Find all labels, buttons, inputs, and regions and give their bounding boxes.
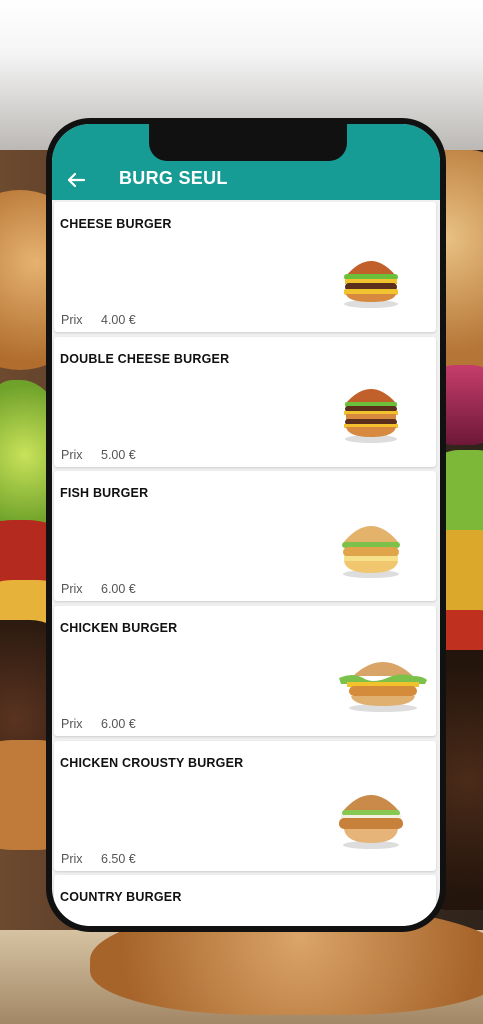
cheese-burger-image xyxy=(344,261,398,308)
price-value: 6.00 € xyxy=(101,582,136,597)
price-label: Prix xyxy=(61,447,83,462)
price-label: Prix xyxy=(61,717,83,732)
product-name: CHEESE BURGER xyxy=(60,217,172,231)
phone-notch xyxy=(149,124,347,161)
product-name: CHICKEN CROUSTY BURGER xyxy=(60,755,244,770)
price-value: 5.00 € xyxy=(101,447,136,462)
back-button[interactable] xyxy=(62,166,90,194)
arrow-left-icon xyxy=(67,172,86,188)
price-label: Prix xyxy=(61,313,83,327)
chicken-burger-image xyxy=(339,662,427,713)
product-name: CHICKEN BURGER xyxy=(60,621,178,636)
product-card-cheese-burger[interactable]: CHEESE BURGER Prix 4.00 € xyxy=(54,202,436,332)
page-title: BURG SEUL xyxy=(119,168,228,188)
double-cheese-burger-image xyxy=(344,388,398,443)
chicken-crousty-burger-image xyxy=(339,794,403,849)
product-card-double-cheese-burger[interactable]: DOUBLE CHEESE BURGER Prix 5.00 € xyxy=(54,336,436,467)
product-card-chicken-crousty-burger[interactable]: CHICKEN CROUSTY BURGER Prix 6.50 € xyxy=(54,740,436,871)
price-label: Prix xyxy=(61,851,83,866)
fish-burger-image xyxy=(342,526,400,579)
product-card-country-burger[interactable]: COUNTRY BURGER xyxy=(54,875,436,926)
phone-frame: BURG SEUL CHEESE BURGER Prix 4.00 € DOUB… xyxy=(46,118,446,932)
product-name: DOUBLE CHEESE BURGER xyxy=(60,351,230,366)
product-card-fish-burger[interactable]: FISH BURGER Prix 6.00 € xyxy=(54,471,436,602)
product-card-chicken-burger[interactable]: CHICKEN BURGER Prix 6.00 € xyxy=(54,606,436,737)
product-name: FISH BURGER xyxy=(60,486,149,501)
price-value: 6.50 € xyxy=(101,851,136,866)
price-label: Prix xyxy=(61,582,83,597)
price-value: 6.00 € xyxy=(101,717,136,732)
price-value: 4.00 € xyxy=(101,313,136,327)
phone-screen: BURG SEUL CHEESE BURGER Prix 4.00 € DOUB… xyxy=(52,124,440,926)
product-name: COUNTRY BURGER xyxy=(60,890,182,905)
product-list: CHEESE BURGER Prix 4.00 € DOUBLE CHEESE … xyxy=(54,202,436,926)
